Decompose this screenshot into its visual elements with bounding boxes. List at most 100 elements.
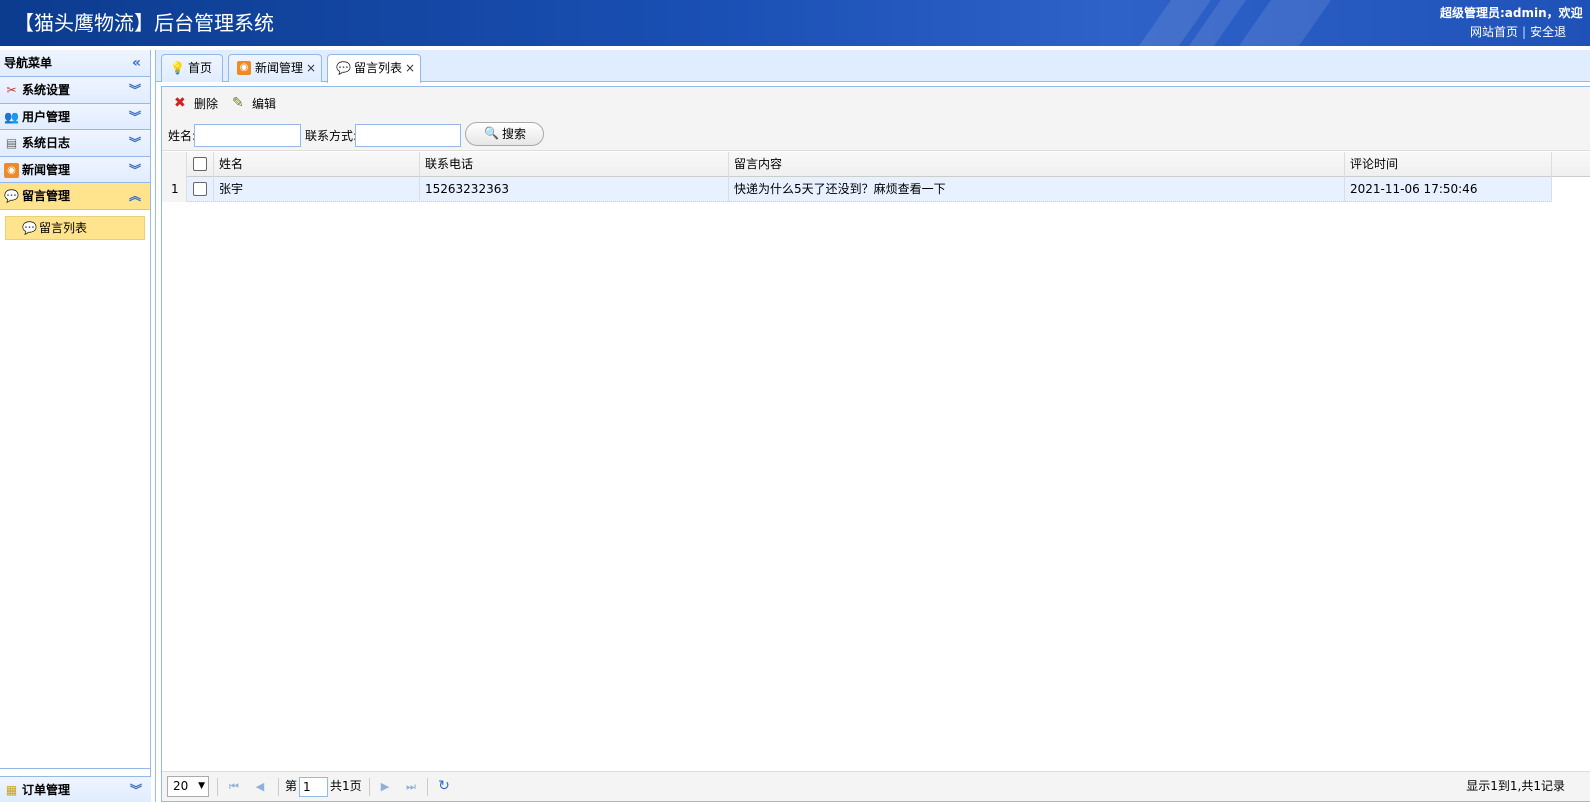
contact-search-input[interactable] [355,124,461,147]
chevron-up-icon[interactable]: ︽ [129,183,141,209]
chevron-down-icon: ▼ [198,781,205,791]
sidebar-item-message-list[interactable]: 💬 留言列表 [5,215,145,240]
app-title: 【猫头鹰物流】后台管理系统 [14,11,274,35]
rss-icon: ◉ [4,162,19,178]
row-checkbox[interactable] [193,182,207,196]
select-all-checkbox[interactable] [193,157,207,171]
column-header-phone[interactable]: 联系电话 [420,152,729,177]
row-number: 1 [162,177,187,202]
edit-icon: ✎ [232,95,244,111]
page-total-label: 共1页 [330,779,362,793]
sidebar-section-label: 新闻管理 [22,162,71,177]
sidebar-section-label: 系统日志 [22,136,71,150]
site-home-link[interactable]: 网站首页 [1470,25,1518,39]
bulb-icon: 💡 [170,61,185,75]
sidebar-title: 导航菜单 « [0,50,150,77]
chevron-down-icon[interactable]: ︾ [129,130,141,156]
page-label-prefix: 第 [285,779,298,793]
tab-label: 留言列表 [354,61,403,75]
chevron-down-icon[interactable]: ︾ [130,777,142,803]
cell-content: 快递为什么5天了还没到？麻烦查看一下 [729,177,1345,202]
tab-message-list[interactable]: 💬 留言列表 × [327,54,421,83]
message-table: 姓名 联系电话 留言内容 评论时间 1 张宇 15263232363 快递为什么… [162,152,1590,202]
rss-icon: ◉ [237,61,251,75]
delete-label: 删除 [194,97,219,111]
app-header: 【猫头鹰物流】后台管理系统 超级管理员:admin，欢迎 网站首页 | 安全退 [0,0,1590,46]
sidebar-section-order-management[interactable]: ▦ 订单管理 ︾ [0,775,151,803]
sidebar-section-system-settings[interactable]: ✂ 系统设置 ︾ [0,77,150,104]
comment-icon: 💬 [336,61,351,75]
name-label: 姓名: [168,129,197,143]
order-icon: ▦ [5,782,18,797]
log-icon: ▤ [5,136,18,150]
message-management-submenu: 💬 留言列表 [0,210,150,769]
toolbar: ✖ 删除 ✎ 编辑 姓名: 联系方式: 🔍 搜索 [162,87,1590,151]
tab-label: 首页 [188,61,213,75]
table-row[interactable]: 1 张宇 15263232363 快递为什么5天了还没到？麻烦查看一下 2021… [162,177,1552,202]
prev-page-icon[interactable]: ◀ [252,772,268,801]
row-number-header [162,152,187,177]
close-icon[interactable]: × [306,55,316,81]
chevron-down-icon[interactable]: ︾ [129,157,141,183]
cell-time: 2021-11-06 17:50:46 [1345,177,1552,202]
page-size-value: 20 [173,779,189,793]
main-area: 💡 首页 ◉ 新闻管理 × 💬 留言列表 × ✖ 删除 ✎ 编辑 姓名: 联系方… [155,50,1590,802]
sidebar: 导航菜单 « ✂ 系统设置 ︾ 👥 用户管理 ︾ ▤ 系统日志 ︾ ◉ 新闻管理… [0,50,151,802]
link-separator: | [1522,25,1527,39]
column-header-time[interactable]: 评论时间 [1345,152,1552,177]
users-icon: 👥 [4,109,19,124]
first-page-icon[interactable]: ⏮ [226,772,242,801]
tab-news-management[interactable]: ◉ 新闻管理 × [228,54,322,82]
close-icon[interactable]: × [405,55,415,81]
next-page-icon[interactable]: ▶ [377,772,393,801]
user-greeting: 超级管理员:admin，欢迎 [1440,6,1583,20]
column-header-content[interactable]: 留言内容 [729,152,1345,177]
pager-separator [369,778,370,796]
sidebar-section-label: 系统设置 [22,83,71,97]
row-checkbox-cell [187,177,214,202]
search-label: 搜索 [502,127,527,141]
select-all-checkbox-cell [187,152,214,177]
column-header-name[interactable]: 姓名 [214,152,420,177]
sidebar-section-system-log[interactable]: ▤ 系统日志 ︾ [0,130,150,157]
name-search-input[interactable] [194,124,301,147]
cell-phone: 15263232363 [420,177,729,202]
edit-button[interactable]: ✎ 编辑 [232,94,276,114]
delete-button[interactable]: ✖ 删除 [174,94,218,114]
pager-info: 显示1到1,共1记录 [1466,779,1565,793]
cell-name: 张宇 [214,177,420,202]
search-icon: 🔍 [484,126,499,140]
chevron-down-icon[interactable]: ︾ [129,77,141,103]
tab-bar: 💡 首页 ◉ 新闻管理 × 💬 留言列表 × [156,50,1590,83]
search-button[interactable]: 🔍 搜索 [465,122,544,146]
tab-home[interactable]: 💡 首页 [161,54,223,82]
contact-label: 联系方式: [305,129,358,143]
message-list-panel: ✖ 删除 ✎ 编辑 姓名: 联系方式: 🔍 搜索 姓名 联系电话 留言内容 评论… [161,86,1590,802]
collapse-sidebar-icon[interactable]: « [132,50,141,76]
refresh-icon[interactable]: ↻ [436,772,452,801]
sidebar-title-text: 导航菜单 [4,56,53,70]
table-header-row: 姓名 联系电话 留言内容 评论时间 [162,152,1590,177]
chevron-down-icon[interactable]: ︾ [129,104,141,130]
submenu-item-label: 留言列表 [39,220,88,235]
logout-link[interactable]: 安全退 [1530,25,1566,39]
sidebar-section-label: 留言管理 [22,189,71,203]
comment-icon: 💬 [4,189,19,203]
comment-icon: 💬 [22,220,37,235]
header-links: 网站首页 | 安全退 [1470,23,1590,40]
last-page-icon[interactable]: ⏭ [403,772,419,801]
delete-icon: ✖ [174,95,186,111]
sidebar-section-news-management[interactable]: ◉ 新闻管理 ︾ [0,156,150,183]
pager-separator [278,778,279,796]
edit-label: 编辑 [252,97,277,111]
tab-label: 新闻管理 [255,61,304,75]
sidebar-section-user-management[interactable]: 👥 用户管理 ︾ [0,103,150,130]
pager-separator [427,778,428,796]
sidebar-section-label: 用户管理 [22,109,71,124]
sidebar-section-message-management[interactable]: 💬 留言管理 ︽ [0,183,150,210]
tools-icon: ✂ [6,83,17,97]
sidebar-section-label: 订单管理 [22,782,71,797]
pager-separator [217,778,218,796]
page-size-select[interactable]: 20 ▼ [167,776,209,797]
page-number-input[interactable]: 1 [299,777,328,797]
